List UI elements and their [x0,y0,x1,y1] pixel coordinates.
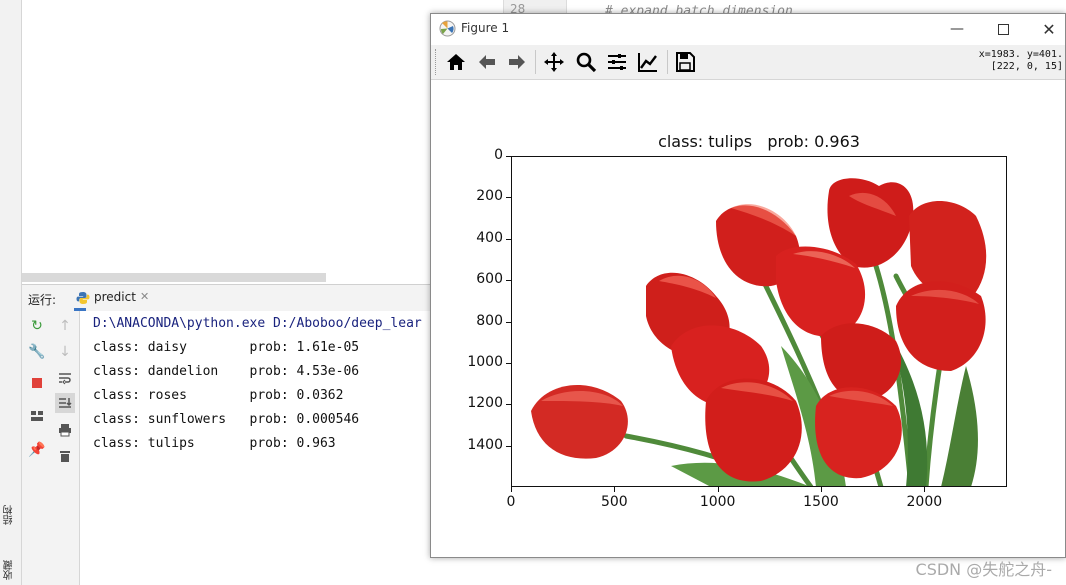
x-tick-label: 500 [600,494,628,510]
x-tick-label: 1000 [699,494,736,510]
toolbar-grip [435,49,439,75]
stop-icon[interactable] [28,374,46,392]
save-button[interactable] [671,48,699,76]
favorites-tab[interactable]: 收藏 [2,560,19,580]
home-button[interactable] [442,48,470,76]
plot-title: class: tulips prob: 0.963 [658,132,860,151]
x-tick-mark [924,487,926,492]
y-tick-label: 400 [476,229,503,246]
x-tick-mark [717,487,719,492]
back-button[interactable] [473,48,501,76]
rerun-icon[interactable]: ↻ [28,317,46,335]
print-icon[interactable] [56,421,74,439]
scroll-to-end-icon[interactable] [55,393,75,413]
x-tick-mark [614,487,616,492]
save-icon [676,52,695,72]
run-console-output[interactable]: D:\ANACONDA\python.exe D:/Aboboo/deep_le… [80,311,432,585]
down-arrow-icon[interactable]: ↓ [56,343,74,361]
run-toolbar-primary: ↻ 🔧 📌 [22,311,53,585]
y-tick-mark [506,197,511,199]
pan-button[interactable] [540,48,568,76]
layout-icon[interactable] [28,407,46,425]
structure-tab[interactable]: 结构 [2,505,19,525]
x-tick-label: 0 [506,494,516,510]
x-tick-mark [511,487,512,492]
run-toolbar-secondary: ↑ ↓ [52,311,80,585]
editor-area[interactable] [22,0,432,284]
toolbar-separator [667,50,668,74]
zoom-button[interactable] [572,48,600,76]
y-tick-label: 1200 [467,395,503,412]
y-tick-label: 0 [494,147,503,163]
run-panel-label: 运行: [28,293,57,307]
y-tick-label: 1400 [467,436,503,453]
figure-toolbar: x=1983. y=401. [222, 0, 15] [431,45,1065,80]
editor-horizontal-scrollbar[interactable] [22,273,326,282]
y-tick-mark [506,280,511,282]
cursor-coordinates-readout: x=1983. y=401. [222, 0, 15] [978,49,1063,72]
figure-window: Figure 1 — ✕ x=1983. y=401. [222, 0, 15]… [430,13,1066,558]
close-icon[interactable]: ✕ [140,290,149,303]
x-tick-label: 1500 [803,494,839,510]
forward-button[interactable] [503,48,531,76]
y-tick-mark [506,156,511,157]
watermark-text: CSDN @失舵之舟- [915,560,1052,579]
edit-axis-icon [638,53,657,72]
y-tick-label: 600 [476,271,503,288]
run-tab-predict[interactable]: predict ✕ [74,285,149,311]
wrench-icon[interactable]: 🔧 [28,343,46,361]
console-line: class: dandelion prob: 4.53e-06 [93,364,360,379]
close-button[interactable]: ✕ [1026,14,1066,44]
console-line: class: daisy prob: 1.61e-05 [93,340,360,355]
editor-gutter: 28 [503,0,567,16]
run-tab-label: predict [94,290,136,304]
configure-subplots-icon [608,54,626,70]
y-tick-mark [506,445,511,447]
figure-title-bar[interactable]: Figure 1 — ✕ [431,14,1065,44]
y-tick-mark [506,362,511,364]
edit-axis-button[interactable] [634,48,662,76]
y-tick-label: 200 [476,188,503,205]
pin-icon[interactable]: 📌 [28,441,46,459]
trash-icon[interactable] [56,447,74,465]
up-arrow-icon[interactable]: ↑ [56,317,74,335]
y-tick-mark [506,321,511,323]
y-tick-label: 1000 [467,353,503,370]
toolbar-separator [535,50,536,74]
console-line: class: tulips prob: 0.963 [93,436,336,451]
maximize-button[interactable] [980,14,1026,44]
matplotlib-icon [439,20,456,37]
figure-canvas[interactable]: class: tulips prob: 0.963 0 500 1000 150… [431,80,1065,557]
home-icon [447,54,465,70]
x-tick-label: 2000 [906,494,943,510]
plot-axes [511,156,1007,487]
figure-title: Figure 1 [461,21,510,35]
run-panel-header: 运行: predict ✕ [22,284,442,312]
left-tool-stripe: 结构 收藏 [0,0,22,585]
pan-icon [544,52,564,72]
minimize-button[interactable]: — [934,14,980,44]
y-tick-mark [506,238,511,240]
console-line: class: roses prob: 0.0362 [93,388,344,403]
x-tick-mark [821,487,822,492]
y-tick-label: 800 [476,312,503,329]
y-tick-mark [506,404,511,406]
python-icon [76,292,90,304]
soft-wrap-icon[interactable] [56,369,74,387]
console-line: class: sunflowers prob: 0.000546 [93,412,360,427]
zoom-icon [576,52,597,73]
configure-subplots-button[interactable] [603,48,631,76]
console-command-line: D:\ANACONDA\python.exe D:/Aboboo/deep_le… [93,316,422,331]
back-arrow-icon [479,55,495,69]
forward-arrow-icon [509,55,525,69]
